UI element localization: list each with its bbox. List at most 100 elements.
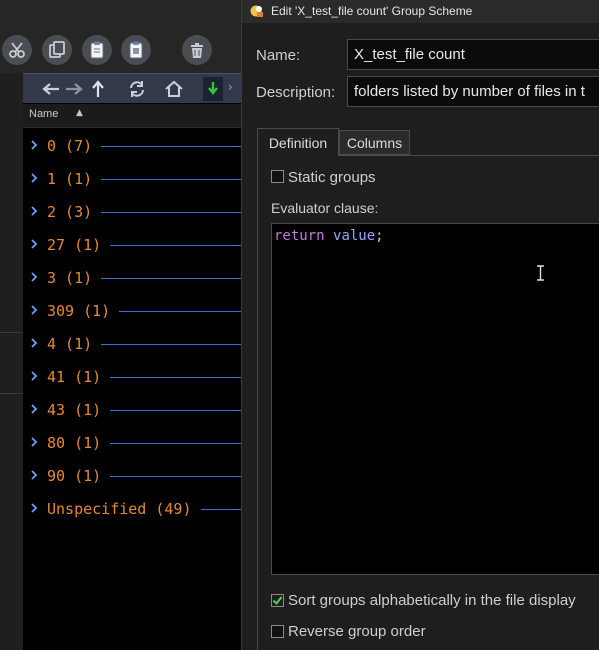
static-groups-label: Static groups (288, 169, 376, 186)
home-icon (165, 80, 183, 97)
chevron-right-icon[interactable] (30, 469, 38, 481)
sort-ascending-icon: ▲ (76, 108, 83, 118)
copy-icon (49, 41, 65, 58)
divider (0, 332, 23, 333)
code-text: return value; (274, 228, 384, 244)
description-field[interactable]: folders listed by number of files in t (347, 76, 599, 107)
list-item[interactable]: 4 (1) (23, 333, 241, 355)
group-separator-line (119, 311, 241, 312)
chevron-right-icon: › (228, 80, 233, 94)
chevron-right-icon[interactable] (30, 139, 38, 151)
left-sidebar-strip (0, 0, 23, 650)
group-label: 27 (1) (47, 236, 102, 254)
chevron-right-icon[interactable] (30, 436, 38, 448)
arrow-up-icon (92, 80, 104, 97)
code-punctuation: ; (375, 228, 384, 244)
copy-button[interactable] (42, 35, 72, 65)
chevron-right-icon[interactable] (30, 370, 38, 382)
list-item[interactable]: 3 (1) (23, 267, 241, 289)
chevron-right-icon[interactable] (30, 304, 38, 316)
refresh-button[interactable] (126, 79, 148, 99)
group-separator-line (110, 245, 241, 246)
group-label: 1 (1) (47, 170, 93, 188)
clipboard-paste-icon (129, 41, 143, 59)
text-cursor-icon (537, 265, 544, 281)
chevron-right-icon[interactable] (30, 502, 38, 514)
arrow-left-icon (42, 83, 59, 95)
home-button[interactable] (163, 79, 185, 99)
chevron-right-icon[interactable] (30, 271, 38, 283)
column-header[interactable]: Name ▲ (23, 104, 241, 128)
group-label: 43 (1) (47, 401, 102, 419)
tab-definition[interactable]: Definition (257, 128, 339, 156)
app-icon (250, 5, 263, 17)
dialog-title: Edit 'X_test_file count' Group Scheme (271, 4, 473, 18)
navigation-bar: › (23, 73, 241, 103)
group-label: 3 (1) (47, 269, 93, 287)
code-keyword: return (274, 228, 325, 244)
divider (0, 393, 23, 394)
list-item[interactable]: 80 (1) (23, 432, 241, 454)
list-item[interactable]: 43 (1) (23, 399, 241, 421)
group-label: 41 (1) (47, 368, 102, 386)
sort-alphabetically-checkbox[interactable] (271, 594, 284, 607)
chevron-right-icon[interactable] (30, 337, 38, 349)
checkmark-icon (272, 596, 283, 606)
paste-button[interactable] (82, 35, 112, 65)
trash-icon (191, 43, 203, 58)
green-down-arrow-icon (208, 82, 218, 95)
group-separator-line (101, 179, 241, 180)
group-label: 309 (1) (47, 302, 111, 320)
back-button[interactable] (40, 79, 62, 99)
list-item[interactable]: 41 (1) (23, 366, 241, 388)
dialog-titlebar[interactable]: Edit 'X_test_file count' Group Scheme (242, 0, 599, 23)
list-item[interactable]: 2 (3) (23, 201, 241, 223)
reverse-order-label: Reverse group order (288, 623, 426, 640)
group-list: 0 (7) 1 (1) 2 (3) 27 (1) 3 (1) 309 (1) 4 (1) 41… (23, 130, 241, 650)
sort-alphabetically-label: Sort groups alphabetically in the file d… (288, 592, 576, 609)
column-name-label: Name (29, 108, 59, 120)
chevron-right-icon[interactable] (30, 403, 38, 415)
group-label: 80 (1) (47, 434, 102, 452)
name-value: X_test_file count (354, 46, 465, 63)
file-toolbar (0, 0, 241, 73)
chevron-right-icon[interactable] (30, 205, 38, 217)
list-item[interactable]: 27 (1) (23, 234, 241, 256)
chevron-right-icon[interactable] (30, 172, 38, 184)
group-label: 4 (1) (47, 335, 93, 353)
chevron-right-icon[interactable] (30, 238, 38, 250)
evaluator-code-editor[interactable]: return value; (271, 223, 599, 575)
group-separator-line (110, 410, 241, 411)
forward-button[interactable] (63, 79, 85, 99)
location-dropdown-button[interactable] (203, 77, 223, 101)
description-label: Description: (256, 84, 336, 101)
group-label: 0 (7) (47, 137, 93, 155)
list-item[interactable]: 0 (7) (23, 135, 241, 157)
list-item[interactable]: 309 (1) (23, 300, 241, 322)
group-label: 90 (1) (47, 467, 102, 485)
delete-button[interactable] (182, 35, 212, 65)
group-separator-line (101, 278, 241, 279)
name-label: Name: (256, 47, 301, 64)
description-value: folders listed by number of files in t (354, 83, 585, 100)
group-label: 2 (3) (47, 203, 93, 221)
list-item[interactable]: 90 (1) (23, 465, 241, 487)
scissors-icon (9, 42, 25, 58)
name-field[interactable]: X_test_file count (347, 39, 599, 70)
group-separator-line (110, 443, 241, 444)
list-item[interactable]: Unspecified (49) (23, 498, 241, 520)
group-separator-line (110, 476, 241, 477)
code-identifier: value (333, 228, 376, 244)
list-item[interactable]: 1 (1) (23, 168, 241, 190)
static-groups-checkbox[interactable] (271, 170, 284, 183)
reverse-order-checkbox[interactable] (271, 625, 284, 638)
tab-columns[interactable]: Columns (339, 130, 410, 155)
group-separator-line (101, 212, 241, 213)
cut-button[interactable] (2, 35, 32, 65)
arrow-right-icon (66, 83, 83, 95)
up-button[interactable] (88, 79, 108, 99)
group-separator-line (101, 146, 241, 147)
group-scheme-dialog: Edit 'X_test_file count' Group Scheme Na… (241, 0, 599, 650)
paste-special-button[interactable] (121, 35, 151, 65)
group-label: Unspecified (49) (47, 500, 192, 518)
